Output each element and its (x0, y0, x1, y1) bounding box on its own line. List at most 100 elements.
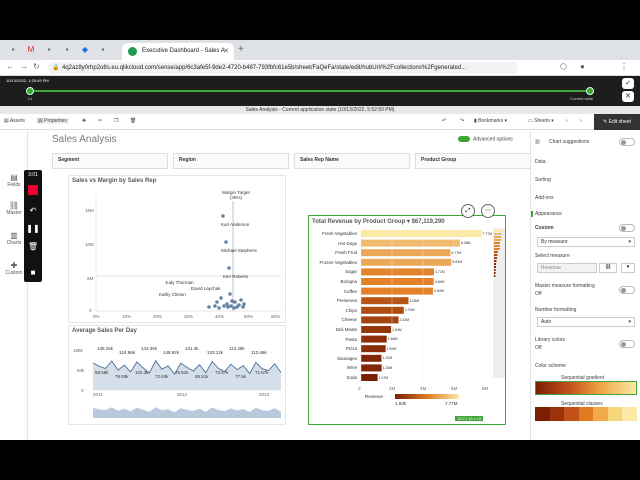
bar[interactable] (361, 278, 434, 285)
bar-category-label[interactable]: Fresh Vegetables (322, 231, 357, 236)
bar-category-label[interactable]: Pizza (346, 346, 357, 351)
bar[interactable] (361, 364, 382, 372)
bar-category-label[interactable]: Soda (346, 375, 357, 380)
camera-icon[interactable]: ■ (24, 268, 42, 277)
move-icon[interactable]: ✥ (82, 118, 86, 124)
scatter-points[interactable] (207, 214, 246, 310)
reload-icon[interactable]: ↻ (33, 62, 40, 71)
timeline-start-dot[interactable] (26, 87, 34, 95)
next-sheet-icon[interactable]: › (580, 118, 582, 124)
active-tab[interactable]: Executive Dashboard - Sales A ✕ (122, 43, 234, 60)
bar[interactable] (361, 239, 460, 247)
bar-category-label[interactable]: Sausages (337, 356, 357, 361)
bar[interactable] (361, 374, 378, 381)
gmail-icon[interactable]: M (26, 45, 36, 55)
bar-category-label[interactable]: Wine (347, 365, 357, 370)
measure-field[interactable]: Revenue (537, 263, 597, 273)
sequential-classes-swatch[interactable] (535, 407, 638, 421)
bar-category-label[interactable]: Deli Meats (336, 327, 357, 332)
profile-icon[interactable]: ● (580, 62, 585, 71)
tab-icon[interactable]: ▪ (62, 45, 72, 55)
filter-region[interactable]: Region (173, 153, 289, 169)
bar-category-label[interactable]: Fresh Fruit (335, 250, 357, 255)
sheets-button[interactable]: ▭ Sheets ▾ (528, 118, 554, 124)
scatter-point[interactable] (226, 305, 230, 309)
properties-tab[interactable]: ▤ Properties (36, 118, 69, 124)
confirm-icon[interactable]: ✓ (622, 78, 634, 89)
extensions-icon[interactable]: ⬡ (560, 62, 567, 71)
redo-icon[interactable]: ↷ (460, 118, 464, 124)
bar-category-label[interactable]: Cheese (341, 317, 357, 322)
back-icon[interactable]: ← (6, 62, 14, 71)
bar[interactable] (361, 249, 451, 257)
sheet-title[interactable]: Sales Analysis (52, 134, 116, 145)
bar[interactable] (361, 258, 452, 266)
bar[interactable] (361, 316, 399, 324)
bar[interactable] (361, 345, 386, 353)
stop-record-icon[interactable] (28, 185, 38, 195)
trash-icon[interactable]: 🗑 (24, 242, 42, 251)
bar-category-label[interactable]: Coffee (344, 289, 357, 294)
scatter-point[interactable] (241, 305, 245, 309)
scatter-point[interactable] (221, 214, 225, 218)
chevron-down-icon[interactable]: ▾ (621, 263, 635, 273)
chart-suggestions-toggle[interactable] (619, 138, 635, 146)
timeline-track[interactable] (30, 90, 590, 92)
bar-category-label[interactable]: Bologna (340, 279, 357, 284)
bar[interactable] (361, 354, 382, 362)
close-tab-icon[interactable]: ✕ (223, 43, 229, 60)
bar[interactable] (361, 287, 433, 295)
bar-category-label[interactable]: Chips (345, 308, 357, 313)
number-formatting-select[interactable]: Auto ▾ (537, 317, 635, 327)
bar-category-label[interactable]: Preserves (337, 298, 357, 303)
master-measure-formatting-toggle[interactable] (619, 286, 635, 294)
bar[interactable] (361, 306, 404, 314)
copy-icon[interactable]: ❐ (114, 118, 118, 124)
scatter-point[interactable] (219, 296, 223, 300)
bars[interactable] (361, 230, 482, 381)
scatter-point[interactable] (207, 305, 211, 309)
toggle-switch[interactable] (458, 136, 470, 142)
link-measure-icon[interactable]: ⛓ (599, 263, 617, 273)
scatter-chart-panel[interactable]: Sales vs Margin by Sales Rep 15M 10M 5M … (68, 175, 286, 323)
bar-chart-panel[interactable]: Total Revenue by Product Group ▾ $67,119… (308, 204, 506, 425)
menu-icon[interactable]: ⋮ (620, 62, 628, 71)
edit-sheet-button[interactable]: ✎ Edit sheet (594, 114, 640, 130)
dropbox-icon[interactable]: ◆ (80, 45, 90, 55)
tab-icon[interactable]: ▪ (44, 45, 54, 55)
add-ons-section[interactable]: Add-ons (535, 195, 554, 201)
new-tab-icon[interactable]: + (238, 44, 244, 55)
scrollbar-track[interactable] (493, 228, 505, 378)
cancel-icon[interactable]: ✕ (622, 91, 634, 102)
filter-sales-rep[interactable]: Sales Rep Name (294, 153, 410, 169)
scatter-point[interactable] (213, 304, 217, 308)
tab-icon[interactable]: ▪ (98, 45, 108, 55)
scatter-point[interactable] (239, 298, 243, 302)
filter-segment[interactable]: Segment (52, 153, 168, 169)
bar[interactable] (361, 326, 392, 333)
timeline-current-dot[interactable] (586, 87, 594, 95)
sequential-gradient-swatch[interactable] (535, 381, 637, 395)
undo-icon[interactable]: ↶ (442, 118, 446, 124)
line-chart-panel[interactable]: Average Sales Per Day 168k 84k 0 2011 20… (68, 325, 286, 425)
advanced-options-toggle[interactable]: Advanced options (458, 136, 513, 142)
scatter-point[interactable] (230, 299, 234, 303)
bar-category-label[interactable]: Frozen Vegetables (319, 260, 357, 265)
data-section[interactable]: Data (535, 159, 546, 165)
bookmarks-button[interactable]: ▮ Bookmarks ▾ (474, 118, 507, 124)
scatter-point[interactable] (228, 292, 232, 296)
bar[interactable] (361, 335, 387, 343)
tab-icon[interactable]: ▪ (8, 45, 18, 55)
undo-record-icon[interactable]: ↶ (24, 206, 42, 215)
scatter-point[interactable] (215, 300, 219, 304)
prev-sheet-icon[interactable]: ‹ (566, 118, 568, 124)
bar-category-label[interactable]: Pasta (345, 337, 357, 342)
forward-icon[interactable]: → (20, 62, 28, 71)
scatter-point[interactable] (224, 240, 228, 244)
appearance-section[interactable]: Appearance (531, 211, 562, 217)
color-toggle[interactable] (619, 224, 635, 232)
assets-tab[interactable]: ▤ Assets (4, 118, 25, 124)
color-by-select[interactable]: By measure ▾ (537, 237, 635, 247)
range-selector[interactable] (93, 407, 281, 418)
bar[interactable] (361, 230, 482, 237)
